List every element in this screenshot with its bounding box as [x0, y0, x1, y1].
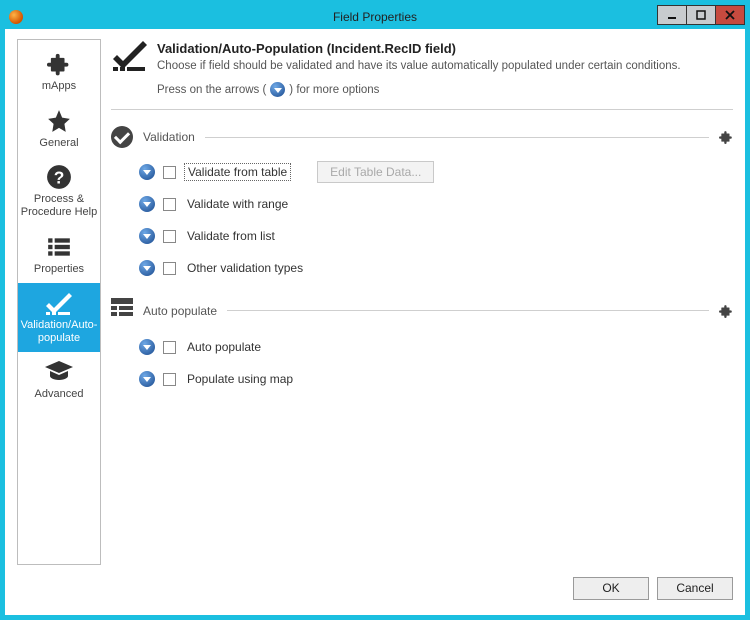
chevron-down-icon — [270, 82, 285, 97]
sidebar-item-label: Process & Procedure Help — [20, 193, 98, 218]
titlebar[interactable]: Field Properties — [5, 5, 745, 29]
sidebar-item-process-help[interactable]: ? Process & Procedure Help — [18, 157, 100, 226]
sidebar-item-label: Validation/Auto-populate — [20, 319, 98, 344]
sidebar-item-label: mApps — [42, 80, 76, 93]
window-frame: Field Properties mApps Gen — [0, 0, 750, 620]
option-validate-range: Validate with range — [139, 192, 733, 216]
section-title: Auto populate — [143, 304, 217, 318]
main-panel: Validation/Auto-Population (Incident.Rec… — [111, 39, 733, 565]
expand-button[interactable] — [139, 228, 155, 244]
page-subtitle: Choose if field should be validated and … — [157, 60, 681, 72]
cancel-button[interactable]: Cancel — [657, 577, 733, 600]
ok-button[interactable]: OK — [573, 577, 649, 600]
hint-text: Press on the arrows ( — [157, 84, 266, 96]
puzzle-icon[interactable] — [719, 304, 733, 318]
sidebar-item-advanced[interactable]: Advanced — [18, 352, 100, 409]
checkbox[interactable] — [163, 262, 176, 275]
option-label[interactable]: Auto populate — [184, 339, 264, 355]
more-options-hint: Press on the arrows ( ) for more options — [157, 82, 681, 97]
checkbox[interactable] — [163, 166, 176, 179]
expand-button[interactable] — [139, 339, 155, 355]
star-icon — [46, 107, 72, 135]
form-icon — [111, 298, 133, 323]
sidebar: mApps General ? Process & Procedure Help — [17, 39, 101, 565]
page-header: Validation/Auto-Population (Incident.Rec… — [111, 39, 733, 103]
page-title: Validation/Auto-Population (Incident.Rec… — [157, 41, 681, 56]
client-area: mApps General ? Process & Procedure Help — [5, 29, 745, 615]
window-title: Field Properties — [5, 10, 745, 24]
section-header-validation: Validation — [111, 126, 733, 148]
sidebar-item-label: Advanced — [35, 388, 84, 401]
sidebar-item-properties[interactable]: Properties — [18, 227, 100, 284]
checkbox[interactable] — [163, 373, 176, 386]
maximize-button[interactable] — [686, 5, 716, 25]
sidebar-item-mapps[interactable]: mApps — [18, 44, 100, 101]
sidebar-item-general[interactable]: General — [18, 101, 100, 158]
checkbox[interactable] — [163, 230, 176, 243]
option-label[interactable]: Validate from table — [184, 163, 291, 181]
sidebar-item-validation[interactable]: Validation/Auto-populate — [18, 283, 100, 352]
option-populate-map: Populate using map — [139, 367, 733, 391]
puzzle-icon — [46, 50, 72, 78]
window-buttons — [658, 5, 745, 25]
expand-button[interactable] — [139, 260, 155, 276]
checkbox[interactable] — [163, 341, 176, 354]
graduation-icon — [45, 358, 73, 386]
expand-button[interactable] — [139, 371, 155, 387]
minimize-button[interactable] — [657, 5, 687, 25]
check-icon — [45, 289, 73, 317]
close-button[interactable] — [715, 5, 745, 25]
section-header-autopopulate: Auto populate — [111, 298, 733, 323]
option-label[interactable]: Validate with range — [184, 196, 291, 212]
app-icon — [9, 10, 23, 24]
option-validate-list: Validate from list — [139, 224, 733, 248]
puzzle-icon[interactable] — [719, 130, 733, 144]
checkbox[interactable] — [163, 198, 176, 211]
option-validate-other: Other validation types — [139, 256, 733, 280]
edit-table-button: Edit Table Data... — [317, 161, 434, 183]
header-icon — [111, 41, 147, 97]
help-icon: ? — [46, 163, 72, 191]
list-icon — [46, 233, 72, 261]
sidebar-item-label: Properties — [34, 263, 84, 276]
option-label[interactable]: Populate using map — [184, 371, 296, 387]
option-label[interactable]: Other validation types — [184, 260, 306, 276]
section-title: Validation — [143, 130, 195, 144]
option-label[interactable]: Validate from list — [184, 228, 278, 244]
svg-text:?: ? — [54, 168, 65, 188]
hint-text: ) for more options — [289, 84, 379, 96]
separator — [111, 109, 733, 110]
expand-button[interactable] — [139, 164, 155, 180]
option-validate-table: Validate from table Edit Table Data... — [139, 160, 733, 184]
check-circle-icon — [111, 126, 133, 148]
expand-button[interactable] — [139, 196, 155, 212]
option-auto-populate: Auto populate — [139, 335, 733, 359]
dialog-footer: OK Cancel — [17, 565, 733, 603]
sidebar-item-label: General — [39, 137, 78, 150]
